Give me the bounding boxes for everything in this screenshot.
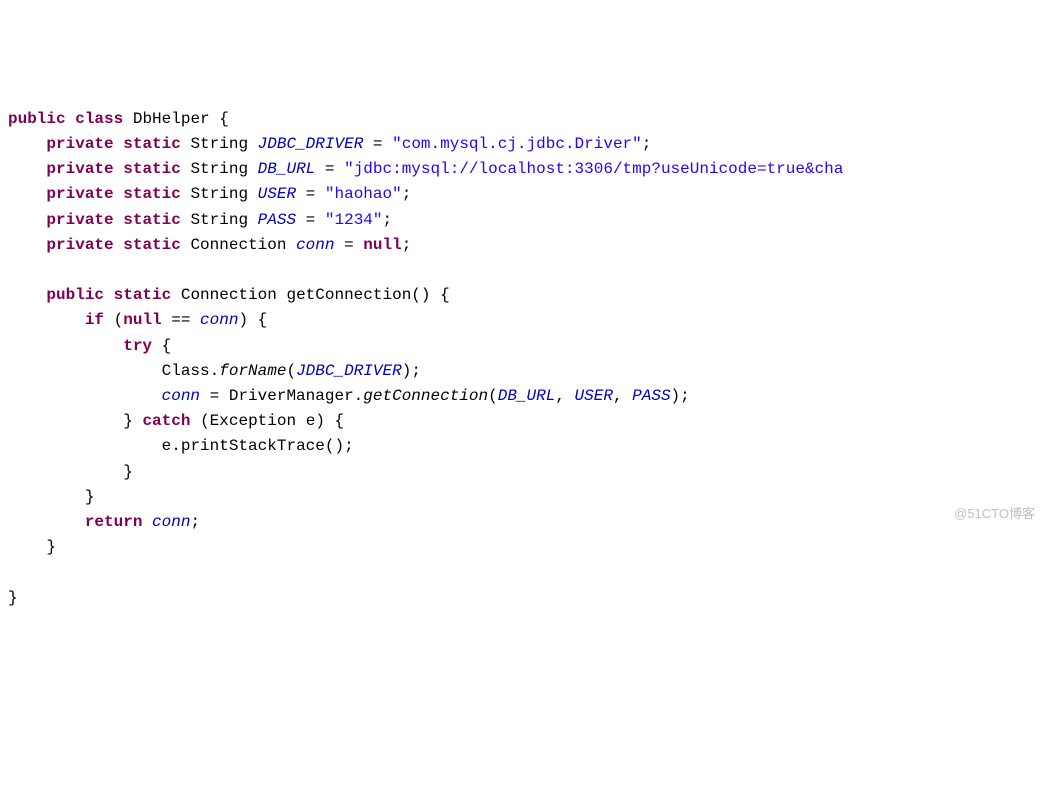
call-forname: forName xyxy=(219,362,286,380)
call-getconnection: getConnection xyxy=(363,387,488,405)
type-connection: Connection xyxy=(190,236,286,254)
type-drivermanager: DriverManager xyxy=(229,387,354,405)
type-exception: Exception xyxy=(210,412,296,430)
call-printstacktrace: printStackTrace xyxy=(181,437,325,455)
str-pass: "1234" xyxy=(325,211,383,229)
str-url: "jdbc:mysql://localhost:3306/tmp?useUnic… xyxy=(344,160,843,178)
str-user: "haohao" xyxy=(325,185,402,203)
kw-public: public xyxy=(8,110,66,128)
field-conn: conn xyxy=(296,236,334,254)
kw-try: try xyxy=(123,337,152,355)
type-class: Class xyxy=(162,362,210,380)
kw-null: null xyxy=(363,236,401,254)
field-pass: PASS xyxy=(258,211,296,229)
kw-return: return xyxy=(85,513,143,531)
brace-open: { xyxy=(219,110,229,128)
code-block: public class DbHelper { private static S… xyxy=(8,107,1033,611)
brace-close: } xyxy=(8,589,18,607)
kw-class: class xyxy=(75,110,123,128)
method-getconnection: getConnection xyxy=(286,286,411,304)
class-name: DbHelper xyxy=(133,110,210,128)
watermark: @51CTO博客 xyxy=(954,501,1035,526)
kw-catch: catch xyxy=(142,412,190,430)
var-e: e xyxy=(306,412,316,430)
kw-static: static xyxy=(123,135,181,153)
field-user: USER xyxy=(258,185,296,203)
type-string: String xyxy=(190,135,248,153)
field-jdbc-driver: JDBC_DRIVER xyxy=(258,135,364,153)
kw-private: private xyxy=(46,135,113,153)
field-db-url: DB_URL xyxy=(258,160,316,178)
kw-if: if xyxy=(85,311,104,329)
str-driver: "com.mysql.cj.jdbc.Driver" xyxy=(392,135,642,153)
